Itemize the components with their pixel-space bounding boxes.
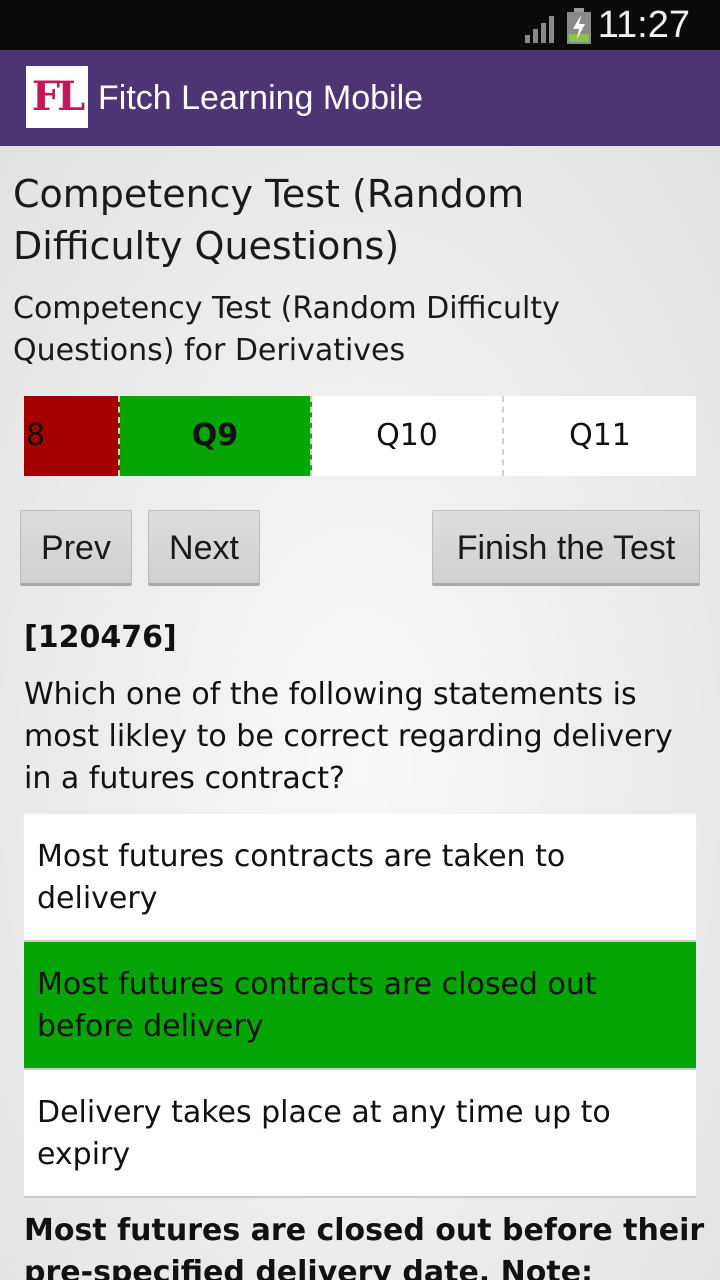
question-tab-10[interactable]: Q10: [312, 396, 504, 476]
question-navigator: 8 Q9 Q10 Q11: [24, 396, 696, 476]
answer-option-1[interactable]: Most futures contracts are taken to deli…: [24, 814, 696, 942]
answer-option-3[interactable]: Delivery takes place at any time up to e…: [24, 1070, 696, 1198]
answer-explanation: Most futures are closed out before their…: [24, 1213, 705, 1280]
answer-list: Most futures contracts are taken to deli…: [24, 814, 696, 1198]
status-bar: 11:27: [0, 0, 720, 50]
battery-charging-icon: [567, 8, 591, 44]
question-tab-9[interactable]: Q9: [120, 396, 312, 476]
app-title: Fitch Learning Mobile: [98, 79, 424, 117]
page-subtitle: Competency Test (Random Difficulty Quest…: [13, 291, 560, 368]
question-id: [120476]: [24, 620, 177, 655]
main-content: Competency Test (Random Difficulty Quest…: [0, 146, 720, 1280]
page-title: Competency Test (Random Difficulty Quest…: [13, 172, 525, 268]
question-tab-11[interactable]: Q11: [504, 396, 696, 476]
question-text: Which one of the following statements is…: [24, 677, 673, 796]
status-time: 11:27: [597, 4, 690, 46]
finish-test-button[interactable]: Finish the Test: [432, 510, 700, 586]
next-button[interactable]: Next: [148, 510, 260, 586]
prev-button[interactable]: Prev: [20, 510, 132, 586]
signal-icon: [525, 16, 554, 43]
app-bar: FL Fitch Learning Mobile: [0, 50, 720, 146]
question-tab-8[interactable]: 8: [24, 396, 120, 476]
app-logo[interactable]: FL: [26, 66, 88, 128]
answer-option-2[interactable]: Most futures contracts are closed out be…: [24, 942, 696, 1070]
